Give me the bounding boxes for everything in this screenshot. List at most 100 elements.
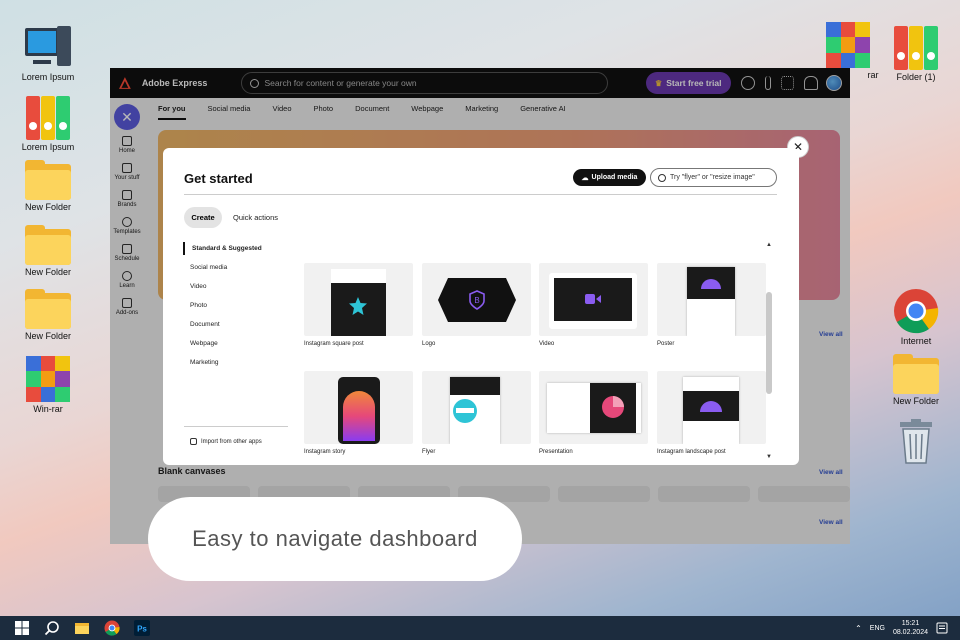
desktop-icon-label: New Folder bbox=[892, 396, 939, 406]
upload-label: Upload media bbox=[591, 174, 638, 181]
desktop-icon-label: Win-rar bbox=[33, 404, 63, 414]
template-thumbnail bbox=[539, 371, 648, 444]
language-indicator[interactable]: ENG bbox=[870, 625, 885, 632]
create-tab-button[interactable]: Create bbox=[184, 207, 222, 228]
divider bbox=[184, 426, 288, 427]
file-explorer-icon[interactable] bbox=[74, 620, 90, 636]
desktop-icon-folder[interactable]: New Folder bbox=[8, 289, 88, 341]
template-thumbnail bbox=[304, 371, 413, 444]
template-card-logo[interactable]: B Logo bbox=[422, 263, 531, 347]
quick-actions-tab-button[interactable]: Quick actions bbox=[233, 213, 278, 222]
template-card-flyer[interactable]: Flyer bbox=[422, 371, 531, 455]
search-icon[interactable] bbox=[44, 620, 60, 636]
modal-search-input[interactable]: Try "flyer" or "resize image" bbox=[650, 168, 777, 187]
divider bbox=[184, 194, 777, 195]
chrome-icon[interactable] bbox=[104, 620, 120, 636]
chrome-icon bbox=[894, 289, 939, 334]
search-icon bbox=[658, 173, 666, 182]
template-label: Logo bbox=[422, 341, 436, 347]
recycle-bin-icon bbox=[900, 419, 932, 464]
clock-time: 15:21 bbox=[901, 620, 920, 627]
template-thumbnail bbox=[657, 371, 766, 444]
caption-pill: Easy to navigate dashboard bbox=[148, 497, 522, 581]
import-label: Import from other apps bbox=[201, 438, 262, 445]
winrar-icon bbox=[826, 22, 870, 68]
category-marketing[interactable]: Marketing bbox=[183, 356, 288, 369]
desktop-icon-label: Internet bbox=[900, 336, 932, 346]
taskbar: Ps ⌃ ENG 15:21 08.02.2024 bbox=[0, 616, 960, 640]
template-scrollbar[interactable]: ▲ ▼ bbox=[765, 242, 773, 462]
video-camera-icon bbox=[585, 294, 601, 304]
notifications-icon[interactable] bbox=[936, 622, 948, 634]
template-label: Flyer bbox=[422, 449, 436, 455]
desktop-icon-label: New Folder bbox=[24, 267, 71, 277]
folder-icon bbox=[893, 354, 939, 394]
import-icon bbox=[190, 438, 197, 445]
category-document[interactable]: Document bbox=[183, 318, 288, 331]
category-list: Standard & Suggested Social media Video … bbox=[183, 242, 288, 375]
folder-icon bbox=[25, 289, 71, 329]
desktop-icon-winrar[interactable]: Win-rar bbox=[8, 356, 88, 414]
category-standard-suggested[interactable]: Standard & Suggested bbox=[183, 242, 288, 255]
template-grid: Instagram square post B Logo Video Poste… bbox=[304, 263, 766, 463]
template-card-video[interactable]: Video bbox=[539, 263, 648, 347]
category-webpage[interactable]: Webpage bbox=[183, 337, 288, 350]
category-video[interactable]: Video bbox=[183, 280, 288, 293]
template-label: Instagram story bbox=[304, 449, 346, 455]
upload-cloud-icon: ☁ bbox=[581, 174, 589, 182]
template-card-presentation[interactable]: Presentation bbox=[539, 371, 648, 455]
binders-icon bbox=[25, 96, 71, 140]
desktop-icon-binders[interactable]: Folder (1) bbox=[876, 26, 956, 82]
folder-icon bbox=[25, 225, 71, 265]
template-thumbnail bbox=[422, 371, 531, 444]
svg-text:B: B bbox=[474, 296, 479, 305]
badge-icon bbox=[453, 399, 477, 423]
system-tray: ⌃ ENG 15:21 08.02.2024 bbox=[855, 619, 948, 637]
template-label: Presentation bbox=[539, 449, 573, 455]
template-thumbnail: B bbox=[422, 263, 531, 336]
binders-icon bbox=[893, 26, 939, 70]
category-social-media[interactable]: Social media bbox=[183, 261, 288, 274]
import-from-other-apps-link[interactable]: Import from other apps bbox=[190, 438, 262, 445]
desktop-icon-recycle-bin[interactable] bbox=[876, 418, 956, 464]
desktop-icon-folder[interactable]: New Folder bbox=[8, 160, 88, 212]
modal-search-placeholder: Try "flyer" or "resize image" bbox=[670, 174, 755, 181]
computer-icon bbox=[25, 26, 71, 70]
clock[interactable]: 15:21 08.02.2024 bbox=[893, 619, 928, 637]
desktop-icon-binders[interactable]: Lorem Ipsum bbox=[8, 96, 88, 152]
shield-b-icon: B bbox=[469, 290, 485, 310]
category-photo[interactable]: Photo bbox=[183, 299, 288, 312]
pie-chart-icon bbox=[602, 396, 624, 418]
desktop-icon-folder[interactable]: New Folder bbox=[8, 225, 88, 277]
template-label: Instagram square post bbox=[304, 341, 364, 347]
template-card-instagram-square-post[interactable]: Instagram square post bbox=[304, 263, 413, 347]
template-thumbnail bbox=[657, 263, 766, 336]
desktop-icon-folder[interactable]: New Folder bbox=[876, 354, 956, 406]
winrar-icon bbox=[26, 356, 70, 402]
modal-title: Get started bbox=[184, 171, 253, 186]
desktop-icon-label: Lorem Ipsum bbox=[21, 72, 75, 82]
desktop-icon-label: Lorem Ipsum bbox=[21, 142, 75, 152]
desktop-icon-internet[interactable]: Internet bbox=[876, 288, 956, 346]
get-started-modal: Get started ☁ Upload media Try "flyer" o… bbox=[163, 148, 799, 465]
folder-icon bbox=[25, 160, 71, 200]
template-label: Instagram landscape post bbox=[657, 449, 726, 455]
scrollbar-thumb[interactable] bbox=[766, 292, 772, 394]
template-card-instagram-landscape-post[interactable]: Instagram landscape post bbox=[657, 371, 766, 455]
template-card-instagram-story[interactable]: Instagram story bbox=[304, 371, 413, 455]
chevron-up-icon[interactable]: ⌃ bbox=[855, 624, 862, 633]
windows-start-icon[interactable] bbox=[14, 620, 30, 636]
star-icon bbox=[349, 297, 367, 315]
template-thumbnail bbox=[539, 263, 648, 336]
template-card-poster[interactable]: Poster bbox=[657, 263, 766, 347]
template-label: Poster bbox=[657, 341, 675, 347]
scroll-up-icon[interactable]: ▲ bbox=[766, 242, 772, 248]
template-thumbnail bbox=[304, 263, 413, 336]
desktop-icon-label: Folder (1) bbox=[896, 72, 936, 82]
scroll-down-icon[interactable]: ▼ bbox=[766, 454, 772, 460]
desktop-icon-this-pc[interactable]: Lorem Ipsum bbox=[8, 26, 88, 82]
photoshop-icon[interactable]: Ps bbox=[134, 620, 150, 636]
clock-date: 08.02.2024 bbox=[892, 629, 928, 636]
desktop-icon-label: New Folder bbox=[24, 202, 71, 212]
upload-media-button[interactable]: ☁ Upload media bbox=[573, 169, 646, 186]
